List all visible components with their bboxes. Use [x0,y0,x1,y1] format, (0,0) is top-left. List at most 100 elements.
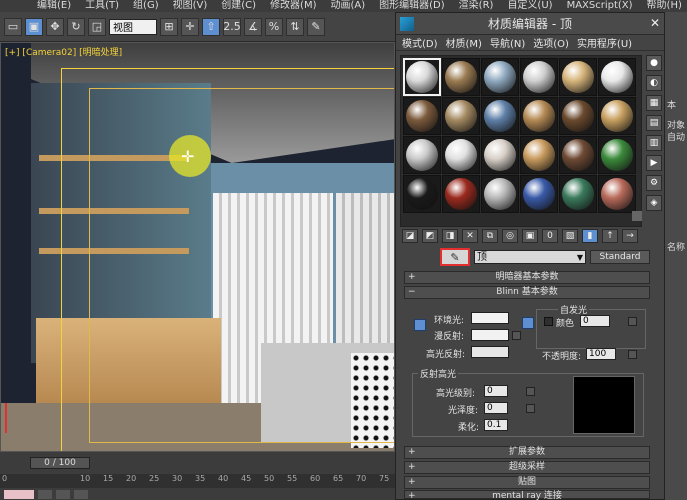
select-region-icon[interactable]: ▭ [4,17,22,36]
menu-rendering[interactable]: 渲染(R) [452,0,501,12]
material-name-field[interactable]: 顶 ▼ [474,250,586,264]
uv-tiling-icon[interactable]: ▤ [646,115,662,131]
material-type-button[interactable]: Standard [590,250,650,264]
viewport-shading-mode[interactable]: 明暗处理 [83,48,119,58]
snap-toggle-icon[interactable]: 2.5 [223,17,241,36]
menu-animation[interactable]: 动画(A) [324,0,373,12]
material-slot[interactable] [481,175,519,213]
material-slot[interactable] [403,97,441,135]
material-slot[interactable] [559,97,597,135]
material-slot[interactable] [481,97,519,135]
key-mode-button[interactable] [4,490,34,499]
menu-tools[interactable]: 工具(T) [78,0,126,12]
put-to-library-icon[interactable]: ▣ [522,229,538,243]
rollout-maps[interactable]: + 贴图 [404,476,650,489]
material-slot[interactable] [598,136,636,174]
menu-edit[interactable]: 编辑(E) [30,0,78,12]
diffuse-color-swatch[interactable] [471,329,509,341]
go-forward-sibling-icon[interactable]: → [622,229,638,243]
make-preview-icon[interactable]: ▶ [646,155,662,171]
time-slider[interactable]: 0 / 100 [30,457,90,469]
material-slot[interactable] [520,175,558,213]
get-material-icon[interactable]: ◪ [402,229,418,243]
put-to-scene-icon[interactable]: ◩ [422,229,438,243]
prev-frame-button[interactable] [56,490,70,499]
menu-maxscript[interactable]: MAXScript(X) [560,0,640,12]
play-button[interactable] [38,490,52,499]
select-by-material-icon[interactable]: ◈ [646,195,662,211]
reference-coord-select[interactable]: 视图 [109,18,157,35]
close-icon[interactable]: ✕ [648,16,662,30]
go-to-parent-icon[interactable]: ↑ [602,229,618,243]
material-slot[interactable] [598,175,636,213]
med-menu-navigation[interactable]: 导航(N) [486,35,529,50]
material-slot[interactable] [442,58,480,96]
material-slot[interactable] [520,97,558,135]
viewport-label[interactable]: [+] [Camera02] [明暗处理] [5,45,122,58]
material-slot[interactable] [520,58,558,96]
select-manipulate-icon[interactable]: ✛ [181,17,199,36]
menu-graph-editors[interactable]: 图形编辑器(D) [372,0,452,12]
menu-create[interactable]: 创建(C) [214,0,263,12]
percent-snap-icon[interactable]: % [265,17,283,36]
pivot-center-icon[interactable]: ⊞ [160,17,178,36]
lock-ambient-diffuse-icon[interactable] [414,319,426,331]
menu-views[interactable]: 视图(V) [166,0,215,12]
material-slot[interactable] [481,58,519,96]
reset-material-icon[interactable]: ✕ [462,229,478,243]
rollout-mental-ray[interactable]: + mental ray 连接 [404,490,650,500]
named-selection-icon[interactable]: ✎ [307,17,325,36]
med-menu-options[interactable]: 选项(O) [529,35,573,50]
scale-icon[interactable]: ◲ [88,17,106,36]
show-end-result-icon[interactable]: ▮ [582,229,598,243]
opacity-value[interactable]: 100 [586,348,616,360]
specular-level-value[interactable]: 0 [484,385,508,397]
make-unique-icon[interactable]: ◎ [502,229,518,243]
angle-snap-icon[interactable]: ∡ [244,17,262,36]
rollout-blinn-basic[interactable]: − Blinn 基本参数 [404,286,650,299]
spinner-snap-icon[interactable]: ⇅ [286,17,304,36]
self-illum-color-checkbox[interactable] [544,317,553,326]
keyboard-shortcut-icon[interactable]: ⇧ [202,17,220,36]
soften-value[interactable]: 0.1 [484,419,508,431]
show-map-in-viewport-icon[interactable]: ▧ [562,229,578,243]
menu-group[interactable]: 组(G) [126,0,166,12]
rollout-supersampling[interactable]: + 超级采样 [404,461,650,474]
material-slot[interactable] [403,136,441,174]
specular-level-map-button[interactable] [526,387,535,396]
diffuse-map-button[interactable] [512,331,521,340]
assign-to-selection-icon[interactable]: ◨ [442,229,458,243]
material-slot[interactable] [559,136,597,174]
self-illum-map-button[interactable] [628,317,637,326]
make-copy-icon[interactable]: ⧉ [482,229,498,243]
video-color-check-icon[interactable]: ▥ [646,135,662,151]
menu-customize[interactable]: 自定义(U) [500,0,559,12]
med-menu-material[interactable]: 材质(M) [442,35,486,50]
material-slot[interactable] [559,58,597,96]
material-slot[interactable] [598,97,636,135]
material-editor-titlebar[interactable]: 材质编辑器 - 顶 [396,13,664,35]
material-slot[interactable] [403,175,441,213]
rollout-shader-basic[interactable]: + 明暗器基本参数 [404,271,650,284]
background-icon[interactable]: ▦ [646,95,662,111]
specular-color-swatch[interactable] [471,346,509,358]
material-slot[interactable] [442,175,480,213]
next-frame-button[interactable] [74,490,88,499]
self-illum-value[interactable]: 0 [580,315,610,327]
glossiness-value[interactable]: 0 [484,402,508,414]
timeline-ruler[interactable]: 0 10 15 20 25 30 35 40 45 50 55 60 65 70… [0,474,395,488]
material-slot[interactable] [559,175,597,213]
rotate-icon[interactable]: ↻ [67,17,85,36]
diffuse-map-lock-icon[interactable] [522,317,534,329]
menu-help[interactable]: 帮助(H) [640,0,687,12]
chevron-down-icon[interactable]: ▼ [577,251,583,264]
material-slot[interactable] [442,136,480,174]
opacity-map-button[interactable] [628,350,637,359]
ambient-color-swatch[interactable] [471,312,509,324]
med-menu-mode[interactable]: 模式(D) [398,35,442,50]
material-slot[interactable] [481,136,519,174]
material-slot[interactable] [403,58,441,96]
move-icon[interactable]: ✥ [46,17,64,36]
camera-viewport[interactable]: [+] [Camera02] [明暗处理] ✛ [0,42,395,452]
slots-scroll-handle[interactable] [632,211,642,221]
